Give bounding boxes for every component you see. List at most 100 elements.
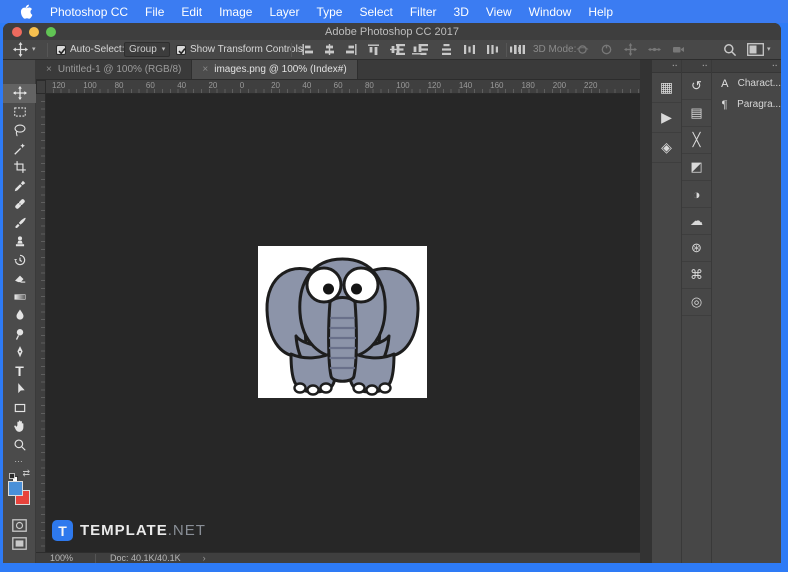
swatches-panel-icon[interactable]: ▦ [652,73,681,103]
dock-collapse-handle[interactable]: ▪▪ [682,60,711,73]
history-brush-tool[interactable] [3,251,36,270]
swap-colors-icon[interactable]: ⇄ [22,468,30,479]
menu-edit[interactable]: Edit [181,5,202,19]
quick-mask-button[interactable] [3,516,35,534]
menu-file[interactable]: File [145,5,164,19]
distribute-top-icon[interactable] [393,43,408,57]
move-icon [13,42,28,57]
tab-images-png[interactable]: × images.png @ 100% (Index#) [192,60,358,79]
layers-panel-icon[interactable]: ◈ [652,133,681,163]
status-chevron-icon[interactable]: › [203,553,206,563]
distribute-horizontal-center-icon[interactable] [485,43,500,57]
menu-view[interactable]: View [486,5,512,19]
eraser-tool[interactable] [3,269,36,288]
history-panel-icon[interactable]: ↺ [682,73,711,100]
horizontal-ruler[interactable]: 120 100 80 60 40 20 0 20 40 60 80 100 120 140 160 180 20… [46,80,640,94]
pen-tool[interactable] [3,343,36,362]
eyedropper-tool[interactable] [3,177,36,196]
dock-collapse-handle[interactable]: ▪▪ [652,60,681,73]
type-tool[interactable]: T [3,362,36,381]
lasso-tool[interactable] [3,121,36,140]
align-right-icon[interactable] [344,43,359,57]
auto-select-dropdown[interactable]: Group ▾ [124,42,171,57]
search-icon[interactable] [723,40,737,60]
dock-collapse-handle[interactable]: ▪▪ [712,60,781,73]
blur-tool[interactable] [3,306,36,325]
tool-presets-panel-icon[interactable]: ╳ [682,127,711,154]
move-tool[interactable] [3,84,36,103]
actions-panel-icon[interactable]: ▶ [652,103,681,133]
tab-label: Untitled-1 @ 100% (RGB/8) [57,64,182,75]
canvas-pasteboard[interactable]: T TEMPLATE.NET [46,94,640,552]
align-center-horizontal-icon[interactable] [322,43,337,57]
properties-panel-icon[interactable]: ▤ [682,100,711,127]
adjustments-panel-icon[interactable]: ◩ [682,154,711,181]
chevron-down-icon: ▾ [767,46,771,53]
quick-selection-tool[interactable] [3,140,36,159]
paragraph-panel-tab[interactable]: ¶ Paragra... [712,94,781,115]
menu-select[interactable]: Select [359,5,392,19]
close-tab-icon[interactable]: × [46,64,52,75]
screen-mode-button[interactable] [3,534,35,552]
menu-image[interactable]: Image [219,5,252,19]
character-panel-tab[interactable]: A Charact... [712,73,781,94]
panel-dock: ▪▪ ▦ ▶ ◈ ▪▪ ↺ ▤ ╳ ◩ ◑ ☁ ⊛ ⌘ ◎ ▪▪ A Chara… [652,60,781,563]
menu-window[interactable]: Window [529,5,572,19]
styles-panel-icon[interactable]: ◑ [682,181,711,208]
current-tool-icon[interactable]: ▾ [13,40,36,60]
menu-help[interactable]: Help [588,5,613,19]
gradient-tool[interactable] [3,288,36,307]
3d-roll-icon [599,43,614,57]
spot-healing-brush-tool[interactable] [3,195,36,214]
zoom-level-field[interactable]: 100% [50,553,73,563]
auto-select-label: Auto-Select: [70,44,125,55]
ruler-origin-corner[interactable] [36,80,46,94]
tab-label: images.png @ 100% (Index#) [214,64,347,75]
vertical-ruler[interactable] [36,94,46,552]
auto-select-checkbox[interactable] [56,44,66,55]
distribute-spacing-icon[interactable] [512,40,527,60]
menu-photoshop[interactable]: Photoshop CC [50,5,128,19]
distribute-left-icon[interactable] [462,43,477,57]
toolbar: T … ⇄ [3,60,36,563]
document-size-info[interactable]: Doc: 40.1K/40.1K [110,553,181,563]
align-top-icon[interactable] [366,43,381,57]
crop-tool[interactable] [3,158,36,177]
photoshop-window: Adobe Photoshop CC 2017 ▾ Auto-Select: G… [3,23,781,563]
menu-3d[interactable]: 3D [454,5,469,19]
close-tab-icon[interactable]: × [202,64,208,75]
zoom-tool[interactable] [3,436,36,455]
document-image[interactable] [258,246,427,398]
mode-3d-icons-group [575,40,686,60]
desktop: Photoshop CC File Edit Image Layer Type … [0,0,788,572]
apple-icon[interactable] [20,4,33,19]
distribute-vertical-center-icon[interactable] [416,43,431,57]
dock-column-3: ▪▪ A Charact... ¶ Paragra... [712,60,781,563]
menu-filter[interactable]: Filter [410,5,437,19]
edit-toolbar-ellipsis[interactable]: … [3,454,35,466]
rectangle-shape-tool[interactable] [3,399,36,418]
dodge-tool[interactable] [3,325,36,344]
3d-orbit-icon [575,43,590,57]
tab-untitled-1[interactable]: × Untitled-1 @ 100% (RGB/8) [36,60,193,79]
foreground-color-swatch[interactable] [8,481,23,496]
dock-column-2: ▪▪ ↺ ▤ ╳ ◩ ◑ ☁ ⊛ ⌘ ◎ [682,60,712,563]
workspace-switcher[interactable]: ▾ [747,40,771,60]
nodes-panel-icon[interactable]: ⌘ [682,262,711,289]
brush-tool[interactable] [3,214,36,233]
patterns-panel-icon[interactable]: ⊛ [682,235,711,262]
title-bar[interactable]: Adobe Photoshop CC 2017 [3,23,781,40]
menu-layer[interactable]: Layer [269,5,299,19]
menu-type[interactable]: Type [316,5,342,19]
tool-options-bar: ▾ Auto-Select: Group ▾ Show Transform Co… [3,40,781,60]
align-left-icon[interactable] [300,43,315,57]
path-selection-tool[interactable] [3,380,36,399]
distribute-bottom-icon[interactable] [439,43,454,57]
libraries-panel-icon[interactable]: ☁ [682,208,711,235]
smudge-panel-icon[interactable]: ◎ [682,289,711,316]
document-tab-bar: × Untitled-1 @ 100% (RGB/8) × images.png… [36,60,640,80]
hand-tool[interactable] [3,417,36,436]
rectangular-marquee-tool[interactable] [3,103,36,122]
show-transform-checkbox[interactable] [176,44,186,55]
clone-stamp-tool[interactable] [3,232,36,251]
